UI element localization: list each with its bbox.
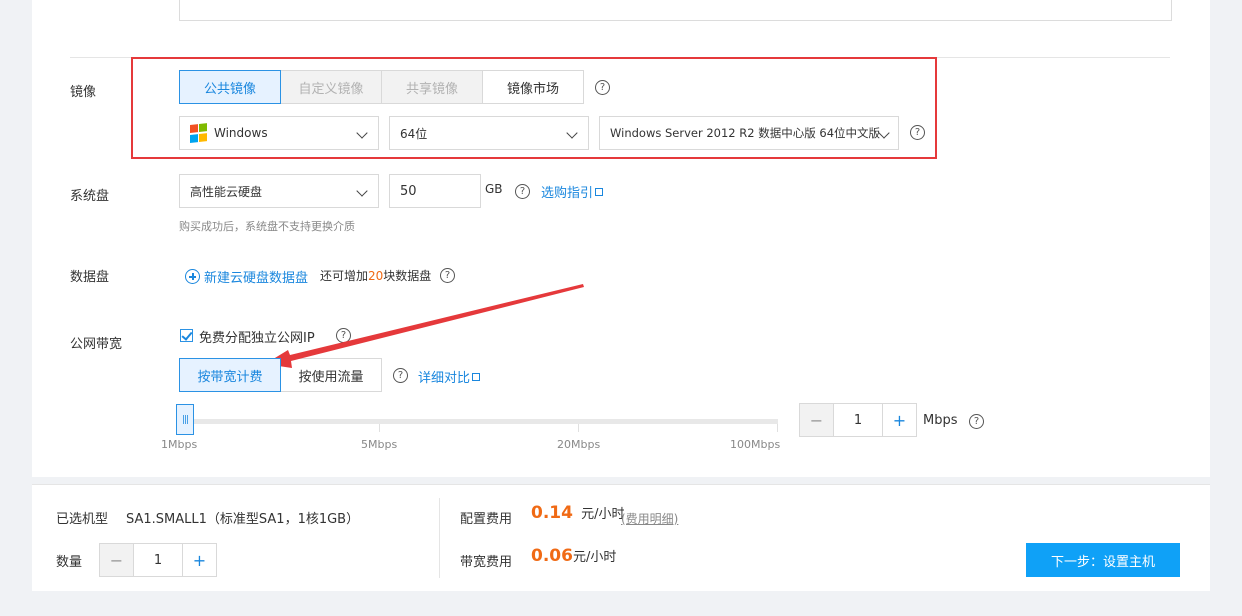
bandwidth-fee-label: 带宽费用 xyxy=(460,555,513,570)
free-ip-label: 免费分配独立公网IP xyxy=(199,331,315,346)
data-disk-remaining: 还可增加20块数据盘 xyxy=(320,269,432,283)
billing-mode-tabs: 按带宽计费 按使用流量 xyxy=(179,358,382,392)
tab-bill-by-traffic[interactable]: 按使用流量 xyxy=(280,358,382,392)
slider-tick-label: 20Mbps xyxy=(557,438,601,451)
section-divider xyxy=(70,57,1170,58)
slider-tick-label: 100Mbps xyxy=(730,438,781,451)
bandwidth-fee: 0.06元/小时 xyxy=(531,546,617,566)
question-circle-icon[interactable]: ? xyxy=(910,125,925,140)
system-disk-size-input[interactable]: 50 xyxy=(389,174,481,208)
disk-guide-link[interactable]: 选购指引 xyxy=(541,182,604,201)
plus-circle-icon[interactable] xyxy=(185,269,200,284)
quantity-decrement-button[interactable]: − xyxy=(99,543,134,577)
slider-tick xyxy=(777,424,778,432)
os-bits-select[interactable]: 64位 xyxy=(389,116,589,150)
bandwidth-slider-handle[interactable]: ||| xyxy=(176,404,194,435)
system-disk-label: 系统盘 xyxy=(70,189,110,204)
tab-image-market[interactable]: 镜像市场 xyxy=(482,70,584,104)
previous-section-box xyxy=(179,0,1172,21)
quantity-stepper: − 1 + xyxy=(99,543,217,577)
chevron-down-icon xyxy=(356,127,368,139)
free-ip-checkbox[interactable] xyxy=(180,329,193,342)
bandwidth-decrement-button[interactable]: − xyxy=(799,403,834,437)
bandwidth-slider-track[interactable] xyxy=(180,419,778,424)
model-label: 已选机型 xyxy=(56,512,109,527)
bandwidth-label: 公网带宽 xyxy=(70,337,123,352)
footer-divider xyxy=(439,498,440,578)
system-disk-type-select[interactable]: 高性能云硬盘 xyxy=(179,174,379,208)
image-type-tabs: 公共镜像 自定义镜像 共享镜像 镜像市场 xyxy=(179,70,584,104)
slider-tick-label: 1Mbps xyxy=(161,438,198,451)
question-circle-icon[interactable]: ? xyxy=(515,184,530,199)
tab-custom-image[interactable]: 自定义镜像 xyxy=(280,70,382,104)
question-circle-icon[interactable]: ? xyxy=(336,328,351,343)
chevron-down-icon xyxy=(356,185,368,197)
os-version-select[interactable]: Windows Server 2012 R2 数据中心版 64位中文版 xyxy=(599,116,899,150)
external-link-icon xyxy=(595,188,604,196)
next-step-button[interactable]: 下一步：设置主机 xyxy=(1026,543,1180,577)
question-circle-icon[interactable]: ? xyxy=(393,368,408,383)
fee-detail-link[interactable]: (费用明细) xyxy=(621,510,678,527)
external-link-icon xyxy=(472,373,481,381)
tab-bill-by-bandwidth[interactable]: 按带宽计费 xyxy=(179,358,281,392)
config-fee-value: 0.14 xyxy=(531,503,573,523)
slider-tick xyxy=(578,424,579,432)
bandwidth-stepper: − 1 + xyxy=(799,403,917,437)
quantity-label: 数量 xyxy=(56,555,83,570)
bandwidth-unit: Mbps xyxy=(923,413,958,428)
os-version-value: Windows Server 2012 R2 数据中心版 64位中文版 xyxy=(610,126,881,140)
system-disk-hint: 购买成功后，系统盘不支持更换介质 xyxy=(179,220,355,233)
bandwidth-fee-value: 0.06 xyxy=(531,546,573,566)
compare-link[interactable]: 详细对比 xyxy=(418,367,481,386)
tab-shared-image[interactable]: 共享镜像 xyxy=(381,70,483,104)
slider-tick-label: 5Mbps xyxy=(361,438,398,451)
model-value: SA1.SMALL1（标准型SA1，1核1GB） xyxy=(126,512,360,527)
question-circle-icon[interactable]: ? xyxy=(440,268,455,283)
config-fee: 0.14 元/小时 xyxy=(531,503,625,523)
slider-tick xyxy=(379,424,380,432)
data-disk-label: 数据盘 xyxy=(70,270,110,285)
tab-public-image[interactable]: 公共镜像 xyxy=(179,70,281,104)
system-disk-type-value: 高性能云硬盘 xyxy=(190,184,263,199)
quantity-input[interactable]: 1 xyxy=(133,543,183,577)
bandwidth-value-input[interactable]: 1 xyxy=(833,403,883,437)
add-data-disk-link[interactable]: 新建云硬盘数据盘 xyxy=(204,267,308,286)
quantity-increment-button[interactable]: + xyxy=(182,543,217,577)
image-label: 镜像 xyxy=(70,85,97,100)
os-bits-value: 64位 xyxy=(400,126,428,141)
data-disk-remaining-count: 20 xyxy=(368,269,384,283)
bandwidth-increment-button[interactable]: + xyxy=(882,403,917,437)
question-circle-icon[interactable]: ? xyxy=(969,414,984,429)
chevron-down-icon xyxy=(566,127,578,139)
system-disk-unit: GB xyxy=(485,182,503,196)
question-circle-icon[interactable]: ? xyxy=(595,80,610,95)
windows-logo-icon xyxy=(190,123,208,143)
os-type-select[interactable]: Windows xyxy=(179,116,379,150)
os-type-value: Windows xyxy=(214,126,268,140)
chevron-down-icon xyxy=(878,127,890,139)
config-fee-label: 配置费用 xyxy=(460,512,513,527)
